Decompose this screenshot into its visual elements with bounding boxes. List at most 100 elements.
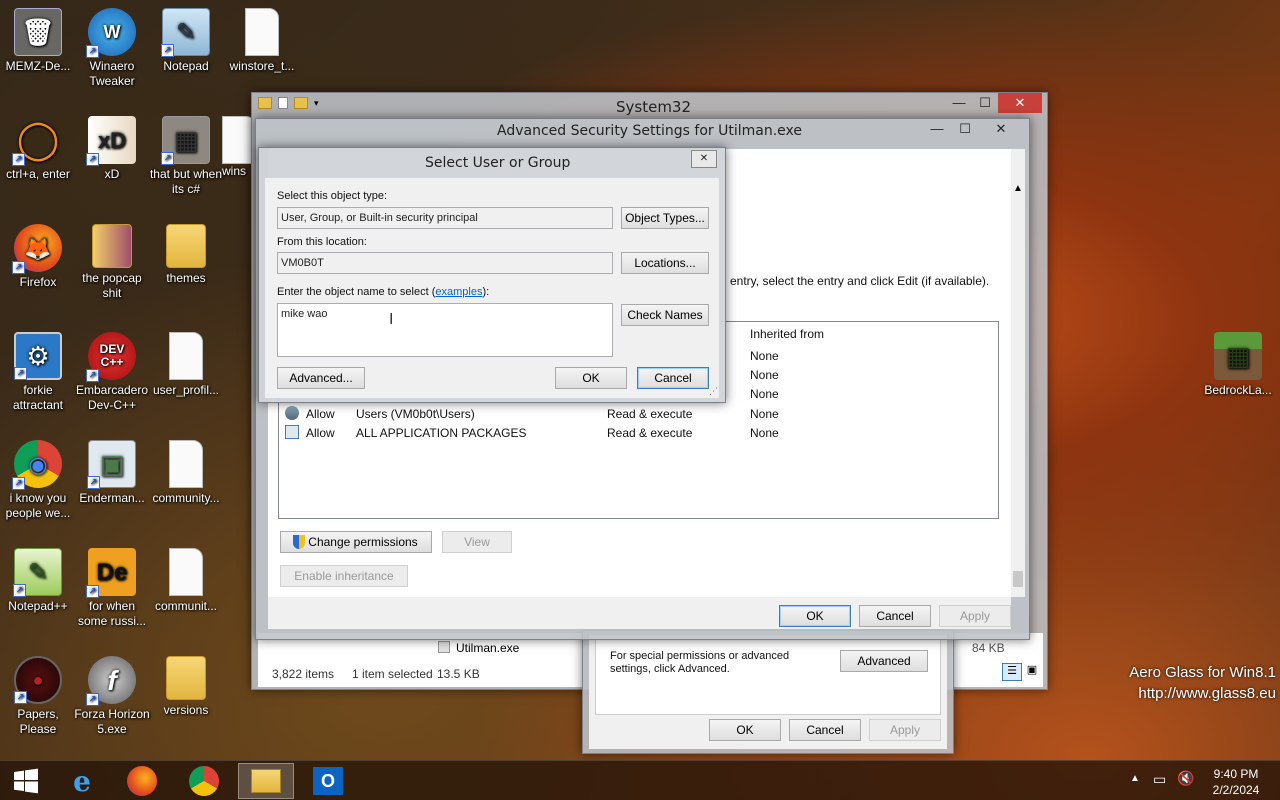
desktop-icon-winaero[interactable]: W ↗ Winaero Tweaker xyxy=(74,8,150,89)
close-button[interactable]: ✕ xyxy=(998,93,1042,113)
new-folder-icon[interactable] xyxy=(294,97,308,109)
desktop-icon-label: versions xyxy=(163,703,209,717)
network-icon[interactable]: ▭ xyxy=(1153,771,1166,788)
xd-icon: xD ↗ xyxy=(86,116,136,166)
desktop-icon-wins[interactable]: wins xyxy=(222,116,252,179)
desktop-icon-enderman[interactable]: ▣ ↗ Enderman... xyxy=(74,440,150,506)
apply-button[interactable]: Apply xyxy=(869,719,941,741)
check-names-button[interactable]: Check Names xyxy=(621,304,709,326)
start-button[interactable] xyxy=(0,763,52,799)
select-user-body: Select this object type: User, Group, or… xyxy=(265,178,719,398)
view-button[interactable]: View xyxy=(442,531,512,553)
scroll-up-icon[interactable]: ▲ xyxy=(1013,183,1023,194)
chrome-icon: ◉ ↗ xyxy=(12,440,62,490)
locations-button[interactable]: Locations... xyxy=(621,252,709,274)
customize-toolbar-icon[interactable]: ▾ xyxy=(314,98,319,109)
desktop-icon-user-profile[interactable]: user_profil... xyxy=(148,332,224,398)
desktop-icon-community-2[interactable]: communit... xyxy=(148,548,224,614)
quick-access-toolbar: ▾ xyxy=(258,97,319,109)
internet-explorer-icon[interactable]: e xyxy=(56,763,108,799)
uac-shield-icon xyxy=(293,535,305,549)
window-image-icon: ▣ ↗ xyxy=(87,440,136,489)
vertical-scrollbar[interactable]: ▲ xyxy=(1011,149,1025,597)
location-label: From this location: xyxy=(277,236,367,248)
apply-button[interactable]: Apply xyxy=(939,605,1011,627)
desktop-icon-winstore[interactable]: winstore_t... xyxy=(224,8,300,74)
desktop-icon-papers-please[interactable]: ● ↗ Papers, Please xyxy=(0,656,76,737)
desktop-icon-firefox[interactable]: 🦊 ↗ Firefox xyxy=(0,224,76,290)
ok-button[interactable]: OK xyxy=(555,367,627,389)
windows-stack-icon: ▦ ↗ xyxy=(161,116,210,165)
desktop-icon-label: Notepad xyxy=(163,59,209,73)
shortcut-arrow-icon: ↗ xyxy=(161,152,174,165)
desktop-icon-bedrock[interactable]: ▦ BedrockLa... xyxy=(1200,332,1276,398)
clock[interactable]: 9:40 PM 2/2/2024 xyxy=(1200,766,1272,798)
ok-button[interactable]: OK xyxy=(709,719,781,741)
desktop-icon-community-1[interactable]: community... xyxy=(148,440,224,506)
change-permissions-button[interactable]: Change permissions xyxy=(280,531,432,553)
shortcut-arrow-icon: ↗ xyxy=(12,477,25,490)
file-size: 84 KB xyxy=(972,641,1005,655)
winaero-icon: W ↗ xyxy=(86,8,136,58)
ok-button[interactable]: OK xyxy=(779,605,851,627)
notepad-icon: ✎ ↗ xyxy=(161,8,210,57)
desktop-icon-themes[interactable]: themes xyxy=(148,224,224,286)
show-hidden-icons-button[interactable]: ▲ xyxy=(1130,773,1140,784)
desktop-icon-label: xD xyxy=(104,167,120,181)
column-header-inherited[interactable]: Inherited from xyxy=(750,327,824,341)
desktop-icon-popcap[interactable]: the popcap shit xyxy=(74,224,150,301)
clock-time: 9:40 PM xyxy=(1213,767,1259,781)
details-view-icon[interactable]: ☰ xyxy=(1002,663,1022,681)
enable-inheritance-button[interactable]: Enable inheritance xyxy=(280,565,408,587)
table-row[interactable]: Allow ALL APPLICATION PACKAGES Read & ex… xyxy=(283,423,994,442)
desktop-icon-forza[interactable]: f ↗ Forza Horizon 5.exe xyxy=(74,656,150,737)
cancel-button[interactable]: Cancel xyxy=(637,367,709,389)
resize-grip-icon[interactable]: ⋰ xyxy=(709,386,718,397)
desktop-icon-that-but[interactable]: ▦ ↗ that but when its c# xyxy=(148,116,224,197)
large-icons-view-icon[interactable]: ▣ xyxy=(1024,663,1040,681)
desktop-icon-memz[interactable]: 🗑 MEMZ-De... xyxy=(0,8,76,74)
scroll-thumb[interactable] xyxy=(1013,571,1023,587)
row-inherited: None xyxy=(750,387,779,401)
desktop-icon-chrome-people[interactable]: ◉ ↗ i know you people we... xyxy=(0,440,76,521)
maximize-button[interactable]: ☐ xyxy=(970,93,1000,113)
desktop-icon-label: Embarcadero Dev-C++ xyxy=(75,383,149,412)
desktop-icon-devcpp[interactable]: DEV C++ ↗ Embarcadero Dev-C++ xyxy=(74,332,150,413)
cancel-button[interactable]: Cancel xyxy=(859,605,931,627)
firefox-taskbar-icon[interactable] xyxy=(116,763,168,799)
advanced-button[interactable]: Advanced xyxy=(840,650,928,672)
file-name[interactable]: Utilman.exe xyxy=(456,641,519,655)
close-button[interactable]: ✕ xyxy=(691,150,717,168)
desktop-icon-versions[interactable]: versions xyxy=(148,656,224,718)
shortcut-arrow-icon: ↗ xyxy=(12,153,25,166)
explorer-content-right: 84 KB ☰ ▣ xyxy=(952,633,1043,687)
minimize-button[interactable]: — xyxy=(926,119,948,139)
examples-link[interactable]: examples xyxy=(435,286,482,298)
advanced-button[interactable]: Advanced... xyxy=(277,367,365,389)
desktop-icon-xd[interactable]: xD ↗ xD xyxy=(74,116,150,182)
desktop-icon-label: Notepad++ xyxy=(8,599,68,613)
desktop-icon-ctrl-a[interactable]: ◯ ↗ ctrl+a, enter xyxy=(0,116,76,182)
desktop-icon-notepad[interactable]: ✎ ↗ Notepad xyxy=(148,8,224,74)
cancel-button[interactable]: Cancel xyxy=(789,719,861,741)
outlook-taskbar-icon[interactable]: O xyxy=(302,763,354,799)
desktop-icon-forkie[interactable]: ⚙ ↗ forkie attractant xyxy=(0,332,76,413)
maximize-button[interactable]: ☐ xyxy=(954,119,976,139)
volume-muted-icon[interactable]: 🔇 xyxy=(1177,770,1194,787)
desktop-icon-label: the popcap shit xyxy=(82,271,142,300)
table-row[interactable]: Allow Users (VM0b0t\Users) Read & execut… xyxy=(283,404,994,423)
object-name-textarea[interactable]: mike wao xyxy=(277,303,613,357)
desktop-icon-label: forkie attractant xyxy=(12,383,64,412)
chrome-taskbar-icon[interactable] xyxy=(178,763,230,799)
status-size: 13.5 KB xyxy=(437,667,480,681)
desktop-icon-notepadpp[interactable]: ✎ ↗ Notepad++ xyxy=(0,548,76,614)
folder-icon[interactable] xyxy=(258,97,272,109)
properties-icon[interactable] xyxy=(278,97,288,109)
object-types-button[interactable]: Object Types... xyxy=(621,207,709,229)
desktop-icon-russi[interactable]: De ↗ for when some russi... xyxy=(74,548,150,629)
file-explorer-taskbar-icon[interactable] xyxy=(238,763,294,799)
row-type: Allow xyxy=(306,426,335,440)
advanced-security-footer: OK Cancel Apply xyxy=(268,597,1011,629)
close-button[interactable]: ✕ xyxy=(986,119,1016,139)
status-selected: 1 item selected xyxy=(352,667,433,681)
